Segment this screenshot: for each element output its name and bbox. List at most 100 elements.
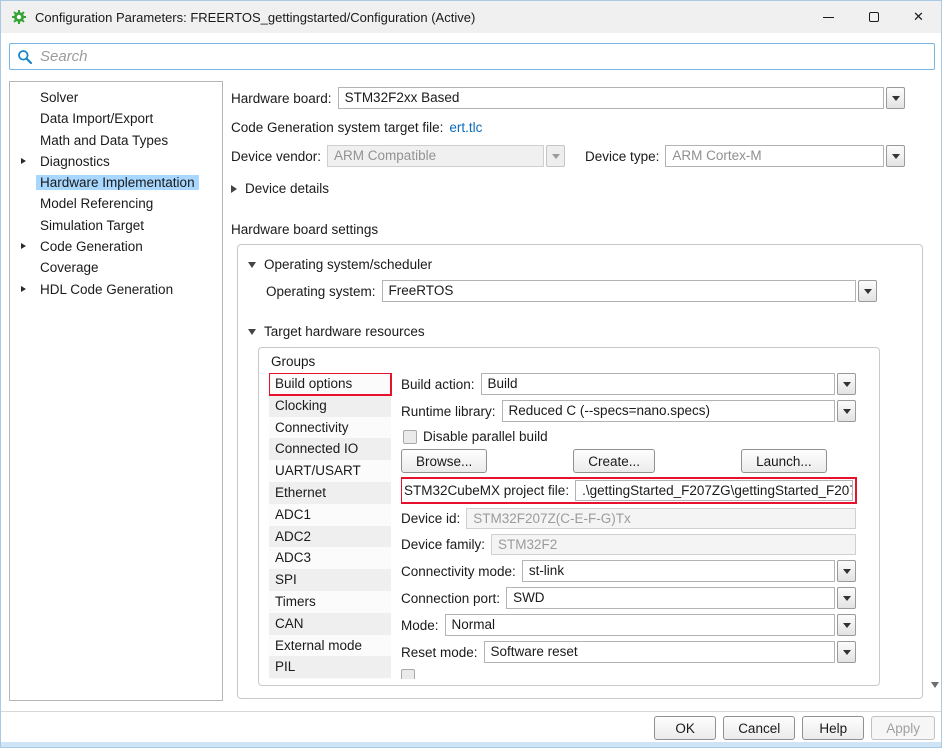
device-family-field: STM32F2 [491,534,856,555]
reset-mode-select[interactable]: Software reset [484,641,856,663]
disable-parallel-build-checkbox[interactable]: Disable parallel build [403,429,856,444]
sidebar-item-label: Math and Data Types [36,133,172,148]
cubemx-project-file-row: STM32CubeMX project file: .\gettingStart… [401,478,856,503]
expand-arrow-icon[interactable] [21,243,26,249]
dropdown-arrow-icon[interactable] [837,373,856,395]
expand-arrow-icon[interactable] [21,158,26,164]
dropdown-arrow-icon[interactable] [837,560,856,582]
sidebar-item-hardware-implementation[interactable]: Hardware Implementation [10,172,222,193]
group-item-pil[interactable]: PIL [269,656,391,678]
mode-label: Mode: [401,618,439,633]
search-input[interactable]: Search [9,43,935,70]
connectivity-mode-label: Connectivity mode: [401,564,516,579]
sidebar-item-label: HDL Code Generation [36,282,177,297]
sidebar-item-model-referencing[interactable]: Model Referencing [10,193,222,214]
dropdown-arrow-icon[interactable] [886,145,905,167]
create-button[interactable]: Create... [573,449,655,473]
window-title: Configuration Parameters: FREERTOS_getti… [35,10,475,25]
cancel-button[interactable]: Cancel [723,716,795,740]
device-type-label: Device type: [585,149,659,164]
sidebar-item-label: Solver [36,90,82,105]
target-hw-resources-box: Groups Build optionsClockingConnectivity… [258,347,880,686]
title-bar: Configuration Parameters: FREERTOS_getti… [1,1,941,33]
ok-button[interactable]: OK [654,716,716,740]
help-button[interactable]: Help [802,716,864,740]
minimize-button[interactable] [806,1,851,33]
connectivity-mode-select[interactable]: st-link [522,560,856,582]
sidebar-item-math-and-data-types[interactable]: Math and Data Types [10,130,222,151]
maximize-icon [869,12,879,22]
category-tree: Solver Data Import/Export Math and Data Ty… [9,81,223,701]
group-item-build-options[interactable]: Build options [269,373,391,395]
operating-system-select[interactable]: FreeRTOS [382,280,877,302]
group-item-ethernet[interactable]: Ethernet [269,482,391,504]
expand-arrow-icon[interactable] [21,286,26,292]
search-icon [17,49,33,65]
group-item-spi[interactable]: SPI [269,569,391,591]
dropdown-arrow-icon[interactable] [837,641,856,663]
dropdown-arrow-icon[interactable] [837,400,856,422]
cubemx-project-file-input[interactable]: .\gettingStarted_F207ZG\gettingStarted_F… [575,480,853,501]
device-id-field: STM32F207Z(C-E-F-G)Tx [466,508,856,529]
sidebar-item-simulation-target[interactable]: Simulation Target [10,215,222,236]
group-item-connectivity[interactable]: Connectivity [269,417,391,439]
sidebar-item-label: Hardware Implementation [36,175,199,190]
mode-value: Normal [445,614,835,636]
operating-system-value: FreeRTOS [382,280,856,302]
target-hw-resources-toggle[interactable]: Target hardware resources [248,324,912,339]
connection-port-label: Connection port: [401,591,500,606]
sidebar-item-coverage[interactable]: Coverage [10,257,222,278]
sidebar-item-diagnostics[interactable]: Diagnostics [10,151,222,172]
device-vendor-select: ARM Compatible [327,145,565,167]
minimize-icon [823,17,834,18]
device-type-select[interactable]: ARM Cortex-M [665,145,905,167]
browse-button[interactable]: Browse... [401,449,487,473]
group-item-adc1[interactable]: ADC1 [269,504,391,526]
sidebar-item-solver[interactable]: Solver [10,87,222,108]
connection-port-select[interactable]: SWD [506,587,856,609]
expanded-arrow-icon [248,262,256,268]
os-scheduler-title: Operating system/scheduler [264,257,432,272]
build-action-select[interactable]: Build [481,373,856,395]
settings-panel: Hardware board: STM32F2xx Based Code Gen… [231,81,925,703]
checkbox-icon [401,669,415,679]
group-item-adc3[interactable]: ADC3 [269,547,391,569]
close-button[interactable]: ✕ [896,1,941,33]
dropdown-arrow-icon[interactable] [886,87,905,109]
dropdown-arrow-icon[interactable] [837,587,856,609]
dropdown-arrow-icon[interactable] [837,614,856,636]
mode-select[interactable]: Normal [445,614,856,636]
group-item-timers[interactable]: Timers [269,591,391,613]
dropdown-arrow-icon[interactable] [858,280,877,302]
device-vendor-label: Device vendor: [231,149,321,164]
sidebar-item-code-generation[interactable]: Code Generation [10,236,222,257]
collapsed-arrow-icon [231,185,237,193]
cubemx-project-file-label: STM32CubeMX project file: [404,483,569,498]
launch-button[interactable]: Launch... [741,449,827,473]
hardware-board-value: STM32F2xx Based [338,87,884,109]
vertical-scrollbar[interactable] [927,81,942,703]
group-item-i2s[interactable]: I2S [269,678,391,679]
os-scheduler-toggle[interactable]: Operating system/scheduler [248,257,912,272]
hardware-board-select[interactable]: STM32F2xx Based [338,87,905,109]
connection-port-value: SWD [506,587,835,609]
apply-button: Apply [871,716,935,740]
scroll-down-arrow-icon[interactable] [927,677,942,693]
group-item-uart-usart[interactable]: UART/USART [269,460,391,482]
sidebar-item-hdl-code-generation[interactable]: HDL Code Generation [10,279,222,300]
group-item-connected-io[interactable]: Connected IO [269,438,391,460]
device-details-toggle[interactable]: Device details [231,181,925,196]
target-file-link[interactable]: ert.tlc [449,120,482,135]
maximize-button[interactable] [851,1,896,33]
runtime-library-select[interactable]: Reduced C (--specs=nano.specs) [502,400,856,422]
group-item-clocking[interactable]: Clocking [269,395,391,417]
group-item-adc2[interactable]: ADC2 [269,526,391,548]
target-file-label: Code Generation system target file: [231,120,443,135]
sidebar-item-data-import-export[interactable]: Data Import/Export [10,108,222,129]
group-params: Build action: Build Runtime library: Red… [401,373,869,679]
group-item-external-mode[interactable]: External mode [269,635,391,657]
runtime-library-value: Reduced C (--specs=nano.specs) [502,400,835,422]
build-action-value: Build [481,373,835,395]
group-item-can[interactable]: CAN [269,613,391,635]
app-icon [11,9,27,25]
